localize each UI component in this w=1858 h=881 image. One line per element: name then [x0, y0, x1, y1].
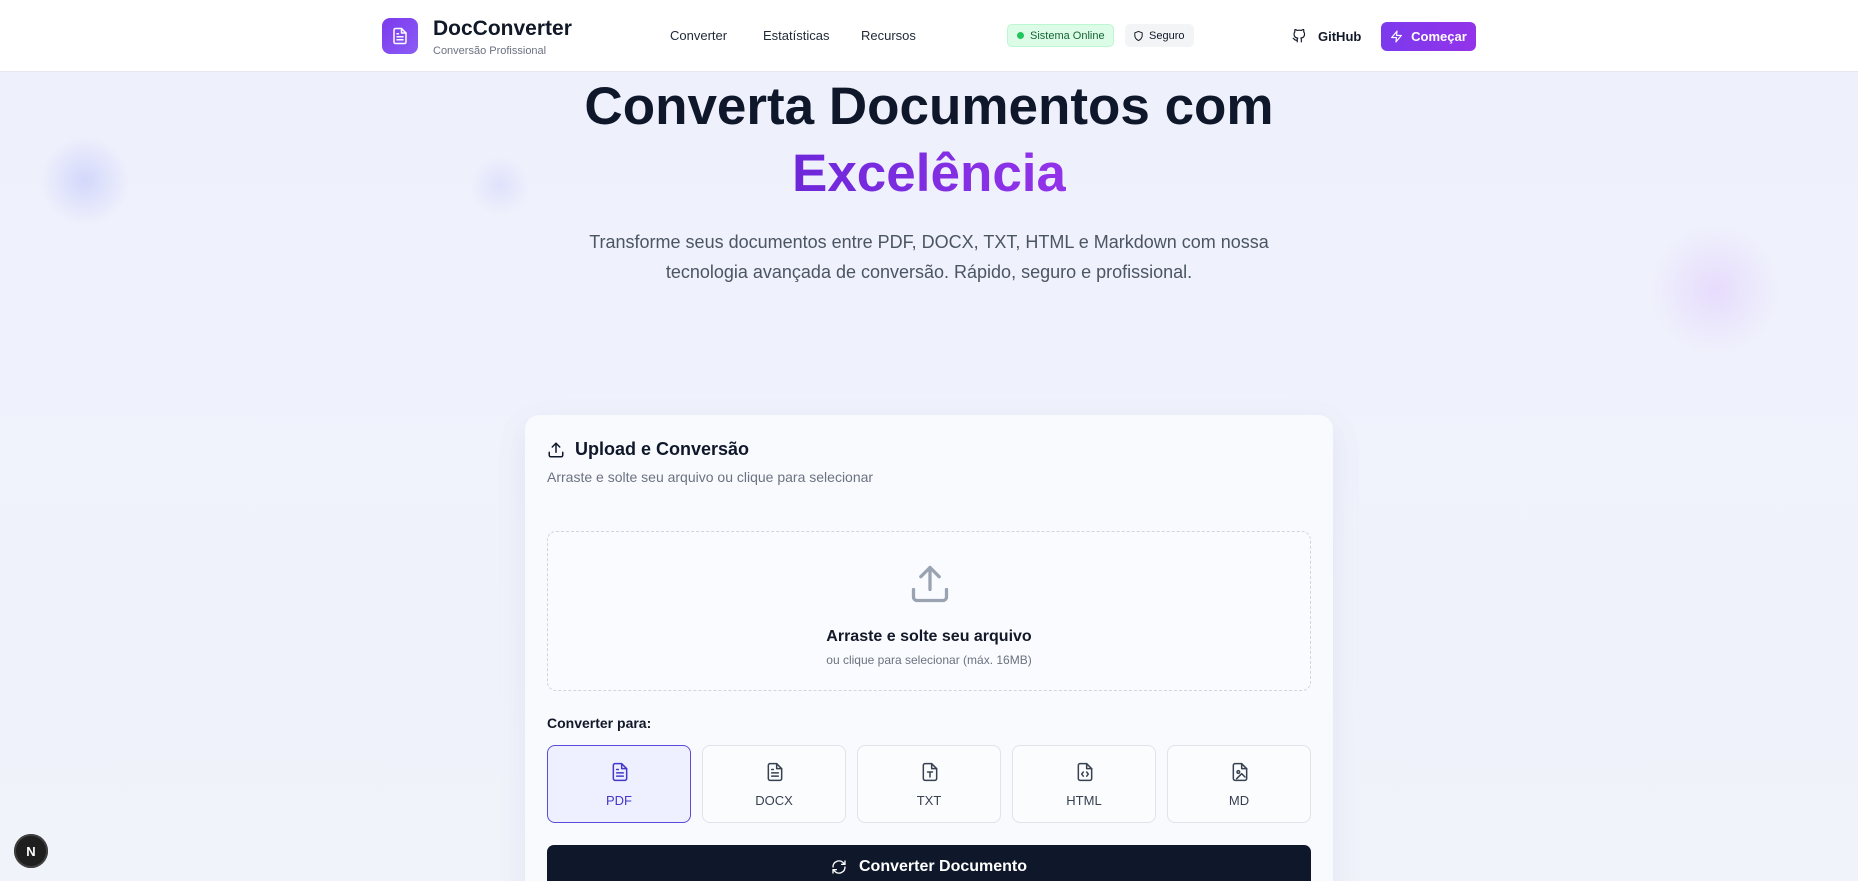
- status-badge-secure: Seguro: [1125, 24, 1194, 47]
- convert-document-button[interactable]: Converter Documento: [547, 845, 1311, 881]
- format-label: HTML: [1066, 793, 1102, 808]
- format-option-txt[interactable]: TXT: [857, 745, 1001, 823]
- top-header: DocConverter Conversão Profissional Conv…: [0, 0, 1858, 72]
- convert-to-label: Converter para:: [547, 715, 652, 731]
- shield-icon: [1134, 30, 1143, 41]
- format-option-pdf[interactable]: PDF: [547, 745, 691, 823]
- status-secure-label: Seguro: [1149, 29, 1185, 42]
- dev-tools-badge[interactable]: N: [14, 834, 48, 868]
- document-icon: [393, 27, 407, 45]
- card-subtitle: Arraste e solte seu arquivo ou clique pa…: [547, 469, 874, 485]
- file-text-icon: [767, 762, 783, 782]
- upload-large-icon: [911, 565, 949, 603]
- hero-title: Converta Documentos com: [584, 77, 1274, 136]
- brand-name: DocConverter: [433, 17, 572, 40]
- hero-accent-word: Excelência: [791, 144, 1067, 203]
- format-label: TXT: [916, 793, 942, 808]
- hero-subtitle: Transforme seus documentos entre PDF, DO…: [589, 232, 1269, 282]
- nav-estatisticas[interactable]: Estatísticas: [763, 28, 829, 43]
- start-button[interactable]: Começar: [1381, 22, 1476, 51]
- nav-converter[interactable]: Converter: [670, 28, 727, 43]
- start-label: Começar: [1411, 29, 1467, 44]
- github-icon: [1292, 29, 1306, 43]
- status-badge-online: Sistema Online: [1007, 24, 1114, 47]
- upload-card: Upload e Conversão Arraste e solte seu a…: [525, 415, 1333, 881]
- nav-recursos[interactable]: Recursos: [861, 28, 916, 43]
- online-dot-icon: [1017, 32, 1024, 39]
- brand-subtitle: Conversão Profissional: [433, 45, 547, 57]
- github-label: GitHub: [1318, 28, 1362, 44]
- refresh-icon: [832, 860, 846, 874]
- logo[interactable]: [382, 18, 418, 54]
- card-title: Upload e Conversão: [547, 439, 749, 460]
- github-link[interactable]: GitHub: [1292, 26, 1361, 46]
- format-option-docx[interactable]: DOCX: [702, 745, 846, 823]
- format-options: PDF DOCX TXT HTML MD: [547, 745, 1311, 823]
- card-title-text: Upload e Conversão: [575, 439, 750, 459]
- convert-button-label: Converter Documento: [858, 858, 1028, 875]
- zap-icon: [1391, 30, 1403, 43]
- upload-icon: [548, 442, 564, 457]
- format-label: DOCX: [755, 793, 793, 808]
- file-code-icon: [1077, 762, 1093, 782]
- drop-title: Arraste e solte seu arquivo: [826, 628, 1032, 645]
- format-option-html[interactable]: HTML: [1012, 745, 1156, 823]
- hero-title-accent: Excelência: [0, 141, 1858, 207]
- format-option-md[interactable]: MD: [1167, 745, 1311, 823]
- file-drop-zone[interactable]: Arraste e solte seu arquivo ou clique pa…: [547, 531, 1311, 691]
- format-label: PDF: [606, 793, 632, 808]
- file-text-icon: [612, 762, 628, 782]
- file-type-icon: [922, 762, 938, 782]
- status-online-label: Sistema Online: [1030, 29, 1105, 42]
- format-label: MD: [1228, 793, 1250, 808]
- file-image-icon: [1232, 762, 1248, 782]
- drop-subtitle: ou clique para selecionar (máx. 16MB): [826, 653, 1032, 667]
